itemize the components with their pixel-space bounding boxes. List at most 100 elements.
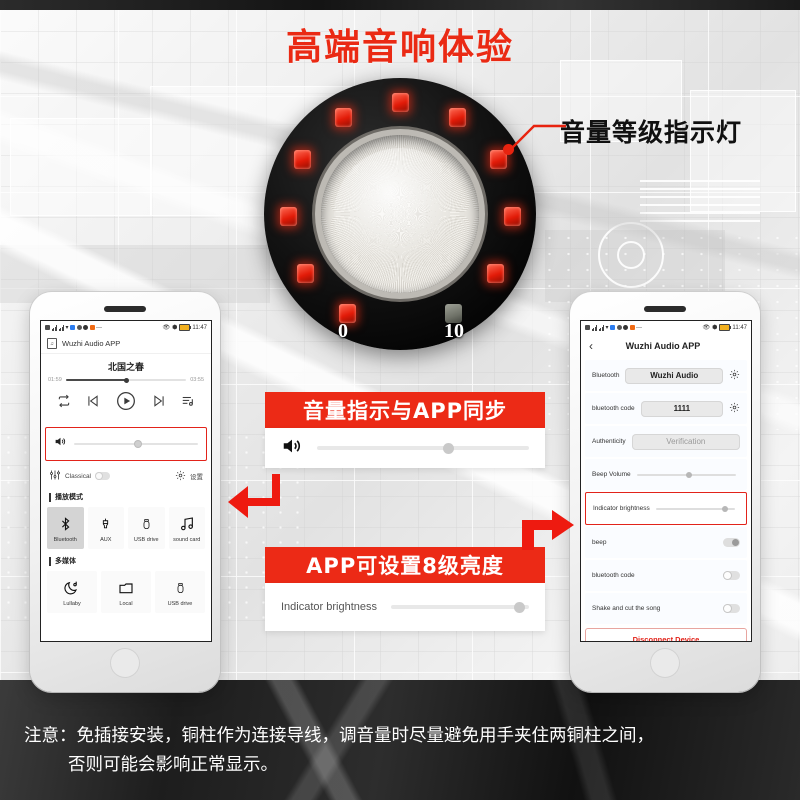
nav-title: Wuzhi Audio APP (625, 341, 701, 351)
brightness-demo-handle[interactable] (513, 601, 525, 613)
tile-usb-drive-2[interactable]: USB drive (155, 571, 205, 613)
signal-icon (51, 324, 57, 331)
shake-cut-toggle[interactable] (723, 604, 740, 613)
indicator-brightness-slider[interactable] (655, 505, 735, 512)
signal2-icon (58, 324, 64, 331)
row-shake-cut-song[interactable]: Shake and cut the song (585, 593, 747, 624)
signal2-icon (598, 324, 604, 331)
app-icon (76, 325, 82, 330)
app-icon (610, 325, 616, 330)
status-left-icons: ▾ — (45, 324, 102, 331)
row-bluetooth-code[interactable]: bluetooth code 1111 (585, 393, 747, 424)
player-card: 北国之春 01:59 03:55 (41, 353, 211, 425)
footer-note: 注意：免插接安装，铜柱作为连接导线，调音量时尽量避免用手夹住两铜柱之间， 否则可… (24, 722, 780, 780)
equalizer-toggle[interactable] (95, 472, 111, 480)
signal-icon (591, 324, 597, 331)
volume-led-8 (503, 207, 521, 227)
volume-track[interactable] (74, 441, 198, 447)
row-label: bluetooth code (592, 572, 635, 579)
banner-volume-sync: 音量指示与APP同步 (265, 392, 545, 428)
volume-slider-highlight[interactable] (45, 427, 207, 461)
phone-home-button[interactable] (110, 648, 140, 678)
phone-right: ▾ — 👁 ⬢ 11:47 ‹ Wuzhi Audio APP Bluetoot… (570, 292, 760, 692)
app-icon (89, 325, 95, 330)
knob-dial[interactable] (321, 135, 479, 293)
row-indicator-brightness[interactable]: Indicator brightness (585, 492, 747, 525)
app-header: ♫ Wuzhi Audio APP (41, 334, 211, 353)
equalizer-left[interactable]: Classical (49, 469, 111, 483)
tile-usb-drive[interactable]: USB drive (128, 507, 165, 549)
tile-label: USB drive (133, 536, 159, 543)
beep-volume-slider[interactable] (636, 471, 736, 478)
repeat-icon[interactable] (57, 394, 71, 413)
play-mode-tiles: Bluetooth AUX USB drive sound card (41, 505, 211, 553)
phone-home-button[interactable] (650, 648, 680, 678)
gear-icon[interactable] (729, 367, 740, 385)
arrow-left-icon (228, 474, 280, 518)
moon-note-icon (64, 578, 80, 598)
brightness-demo-slider[interactable] (391, 601, 529, 613)
bluetooth-icon (58, 514, 73, 534)
status-time: 11:47 (732, 324, 747, 331)
volume-handle[interactable] (135, 441, 142, 447)
slider-handle[interactable] (686, 471, 693, 478)
app-icon (629, 325, 635, 330)
status-right-icons: 👁 ⬢ 11:47 (163, 324, 207, 331)
sim-icon (585, 325, 590, 330)
volume-led-6 (448, 108, 466, 128)
total-time: 03:55 (190, 377, 204, 383)
app-icon (83, 325, 89, 330)
gear-icon[interactable] (729, 400, 740, 418)
bluetooth-icon: ⬢ (712, 325, 718, 331)
battery-icon (179, 324, 192, 331)
tile-lullaby[interactable]: Lullaby (47, 571, 97, 613)
volume-knob: 0 10 (264, 78, 536, 350)
beep-toggle[interactable] (723, 538, 740, 547)
tile-aux[interactable]: AUX (87, 507, 124, 549)
wifi-icon: ▾ (605, 325, 609, 331)
playlist-icon[interactable] (181, 394, 195, 413)
app-logo-icon: ♫ (47, 338, 57, 349)
note-line-1: 注意：免插接安装，铜柱作为连接导线，调音量时尽量避免用手夹住两铜柱之间， (24, 726, 654, 746)
status-bar: ▾ — 👁 ⬢ 11:47 (581, 321, 751, 334)
previous-icon[interactable] (86, 394, 100, 413)
bluetooth-code-field[interactable]: 1111 (640, 400, 723, 417)
row-beep[interactable]: beep (585, 527, 747, 558)
arrow-right-icon (522, 510, 574, 550)
verification-button[interactable]: Verification (631, 433, 740, 450)
tile-local[interactable]: Local (101, 571, 151, 613)
tile-bluetooth[interactable]: Bluetooth (47, 507, 84, 549)
folder-icon (118, 578, 134, 598)
usb-drive-icon (141, 514, 152, 534)
disconnect-button[interactable]: Disconnect Device (585, 628, 747, 641)
slider-handle[interactable] (722, 505, 729, 512)
bluetooth-code-toggle[interactable] (723, 571, 740, 580)
progress-slider[interactable] (65, 377, 187, 383)
volume-led-9 (487, 263, 505, 283)
phone-left-screen: ▾ — 👁 ⬢ 11:47 ♫ Wuzhi Audio APP 北国之春 01:… (40, 320, 212, 642)
tile-label: Local (119, 600, 133, 607)
row-authenticity[interactable]: Authenticity Verification (585, 426, 747, 457)
row-bluetooth[interactable]: Bluetooth Wuzhi Audio (585, 360, 747, 391)
row-label: Beep Volume (592, 471, 631, 478)
bluetooth-name-field[interactable]: Wuzhi Audio (625, 367, 723, 384)
settings-entry[interactable]: 设置 (175, 470, 203, 483)
tile-sound-card[interactable]: sound card (168, 507, 205, 549)
progress-handle[interactable] (123, 377, 129, 383)
row-beep-volume[interactable]: Beep Volume (585, 459, 747, 490)
section-bar (49, 556, 51, 566)
play-icon[interactable] (116, 391, 136, 416)
aux-plug-icon (99, 514, 112, 534)
poster-stage: 高端音响体验 0 10 音量等级指示灯 ▾ — 👁 ⬢ 11:47 ♫ Wuzh… (0, 0, 800, 800)
volume-demo-handle[interactable] (442, 442, 454, 454)
knob-min-label: 0 (338, 320, 348, 342)
note-line-2: 否则可能会影响正常显示。 (68, 755, 278, 775)
app-icon (616, 325, 622, 330)
next-icon[interactable] (152, 394, 166, 413)
volume-demo-slider[interactable] (317, 442, 529, 454)
section-heading-multimedia: 多媒体 (41, 553, 211, 569)
usb-drive-icon (175, 578, 186, 598)
row-label: bluetooth code (592, 405, 635, 412)
row-label: beep (592, 539, 607, 546)
row-bluetooth-code-toggle[interactable]: bluetooth code (585, 560, 747, 591)
